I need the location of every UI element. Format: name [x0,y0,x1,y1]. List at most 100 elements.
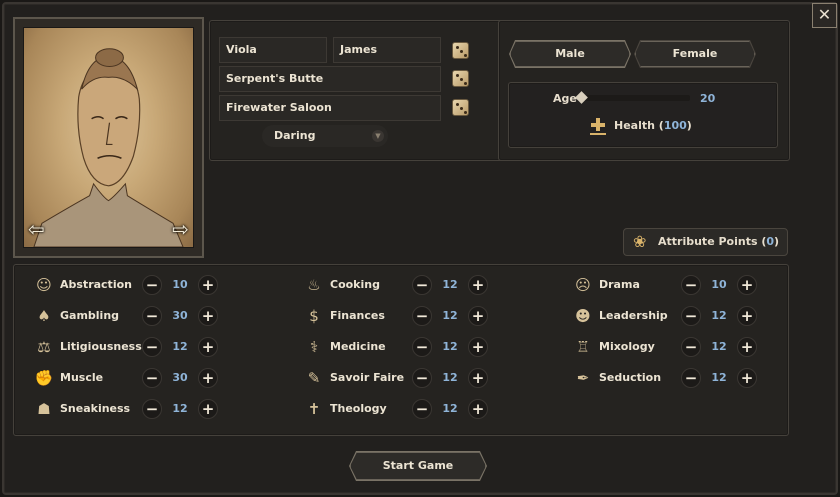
skill-name: Theology [330,402,387,415]
skill-row: ☗ Sneakiness −12 + [34,397,224,421]
skill-row: ☺ Abstraction −10 + [34,273,224,297]
skill-row: ✒ Seduction −12 + [573,366,763,390]
increase-skill-button[interactable]: + [737,337,757,357]
cross-icon: ✝ [307,400,321,418]
decrease-skill-button[interactable]: − [142,399,162,419]
skill-name: Gambling [60,309,120,322]
decrease-skill-button[interactable]: − [412,368,432,388]
decrease-skill-button[interactable]: − [142,275,162,295]
attribute-points-badge: ❀ Attribute Points (0) [623,228,788,256]
attribute-points-value: 0 [766,235,775,248]
quill-icon: ✒ [576,369,590,387]
next-portrait-arrow-icon[interactable]: ⇨ [172,217,189,241]
skill-name: Savoir Faire [330,371,405,384]
skill-name: Finances [330,309,385,322]
sneak-icon: ☗ [37,400,51,418]
skill-row: ♖ Mixology −12 + [573,335,763,359]
trait-dropdown[interactable]: Daring ▼ [262,125,388,147]
bartender-icon: ♖ [576,338,590,356]
skill-name: Cooking [330,278,380,291]
saloon-field[interactable]: Firewater Saloon [219,95,441,121]
randomize-hometown-dice-icon[interactable] [452,70,469,87]
increase-skill-button[interactable]: + [198,368,218,388]
health-label: Health (100) [614,119,692,132]
close-button[interactable]: ✕ [812,3,837,28]
female-button[interactable]: Female [635,41,755,67]
increase-skill-button[interactable]: + [198,337,218,357]
character-portrait: ⇦ ⇨ [23,27,194,248]
increase-skill-button[interactable]: + [468,275,488,295]
increase-skill-button[interactable]: + [468,337,488,357]
cards-icon: ♠ [37,307,51,325]
group-icon: ☻ [575,307,591,325]
decrease-skill-button[interactable]: − [412,306,432,326]
decrease-skill-button[interactable]: − [681,337,701,357]
increase-skill-button[interactable]: + [468,306,488,326]
decrease-skill-button[interactable]: − [142,306,162,326]
skill-value: 12 [172,340,188,353]
skill-row: ✎ Savoir Faire −12 + [304,366,494,390]
male-button[interactable]: Male [510,41,630,67]
decrease-skill-button[interactable]: − [142,337,162,357]
decrease-skill-button[interactable]: − [412,337,432,357]
trait-value: Daring [274,129,316,142]
hometown-field[interactable]: Serpent's Butte [219,66,441,92]
last-name-field[interactable]: James [333,37,441,63]
skill-row: ⚕ Medicine −12 + [304,335,494,359]
portrait-frame: ⇦ ⇨ [13,17,204,258]
decrease-skill-button[interactable]: − [681,306,701,326]
scales-icon: ⚖ [37,338,51,356]
increase-skill-button[interactable]: + [468,368,488,388]
age-slider[interactable] [580,95,690,101]
decrease-skill-button[interactable]: − [412,399,432,419]
start-game-button[interactable]: Start Game [350,452,486,480]
age-value: 20 [700,92,716,105]
skill-value: 12 [442,309,458,322]
skill-name: Leadership [599,309,668,322]
increase-skill-button[interactable]: + [737,306,757,326]
skill-value: 12 [711,309,727,322]
skill-name: Muscle [60,371,104,384]
previous-portrait-arrow-icon[interactable]: ⇦ [28,217,45,241]
skill-row: ☹ Drama −10 + [573,273,763,297]
increase-skill-button[interactable]: + [198,275,218,295]
skill-row: ♠ Gambling −30 + [34,304,224,328]
lotus-icon: ❀ [633,232,647,251]
skill-row: ✊ Muscle −30 + [34,366,224,390]
skill-value: 30 [172,309,188,322]
decrease-skill-button[interactable]: − [412,275,432,295]
skill-value: 12 [172,402,188,415]
medicine-icon: ⚕ [309,338,319,356]
skill-row: ✝ Theology −12 + [304,397,494,421]
randomize-name-dice-icon[interactable] [452,42,469,59]
skill-name: Seduction [599,371,662,384]
skill-value: 10 [711,278,727,291]
mask-icon: ☹ [575,276,591,294]
decrease-skill-button[interactable]: − [681,368,701,388]
skill-row: ♨ Cooking −12 + [304,273,494,297]
skill-name: Litigiousness [60,340,142,353]
increase-skill-button[interactable]: + [737,275,757,295]
skill-value: 10 [172,278,188,291]
skill-value: 12 [442,278,458,291]
skill-name: Drama [599,278,640,291]
health-cross-icon [590,117,606,135]
increase-skill-button[interactable]: + [468,399,488,419]
skill-value: 12 [442,340,458,353]
arm-icon: ✊ [34,369,54,387]
first-name-field[interactable]: Viola [219,37,327,63]
health-value: 100 [663,119,687,132]
increase-skill-button[interactable]: + [737,368,757,388]
skill-value: 12 [711,371,727,384]
skill-name: Mixology [599,340,655,353]
increase-skill-button[interactable]: + [198,399,218,419]
skill-value: 12 [711,340,727,353]
dollar-icon: $ [309,307,319,325]
decrease-skill-button[interactable]: − [142,368,162,388]
chevron-down-icon: ▼ [372,130,384,142]
decrease-skill-button[interactable]: − [681,275,701,295]
stats-subpanel [508,82,778,148]
increase-skill-button[interactable]: + [198,306,218,326]
randomize-saloon-dice-icon[interactable] [452,99,469,116]
skill-value: 12 [442,402,458,415]
